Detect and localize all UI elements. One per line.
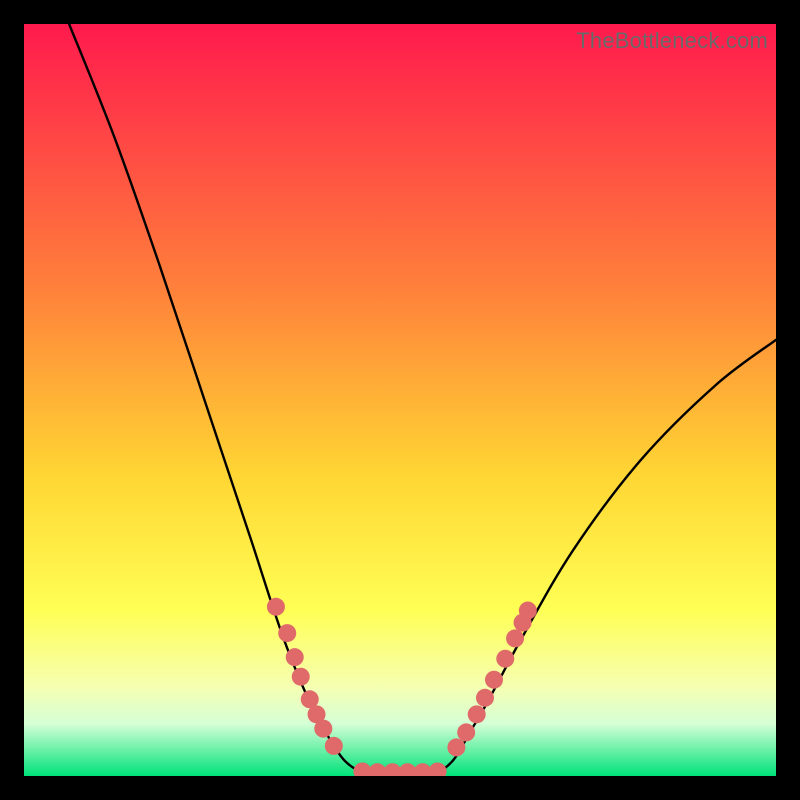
data-dot [468, 705, 486, 723]
data-dot [496, 650, 514, 668]
data-dot [476, 689, 494, 707]
chart-frame: TheBottleneck.com [24, 24, 776, 776]
data-dot [519, 602, 537, 620]
data-dot [447, 738, 465, 756]
gradient-bg [24, 24, 776, 776]
data-dot [267, 598, 285, 616]
chart-svg [24, 24, 776, 776]
data-dot [292, 668, 310, 686]
data-dot [286, 648, 304, 666]
data-dot [314, 720, 332, 738]
data-dot [457, 723, 475, 741]
data-dot [506, 629, 524, 647]
data-dot [325, 737, 343, 755]
data-dot [278, 624, 296, 642]
data-dot [485, 671, 503, 689]
watermark-text: TheBottleneck.com [576, 28, 768, 54]
